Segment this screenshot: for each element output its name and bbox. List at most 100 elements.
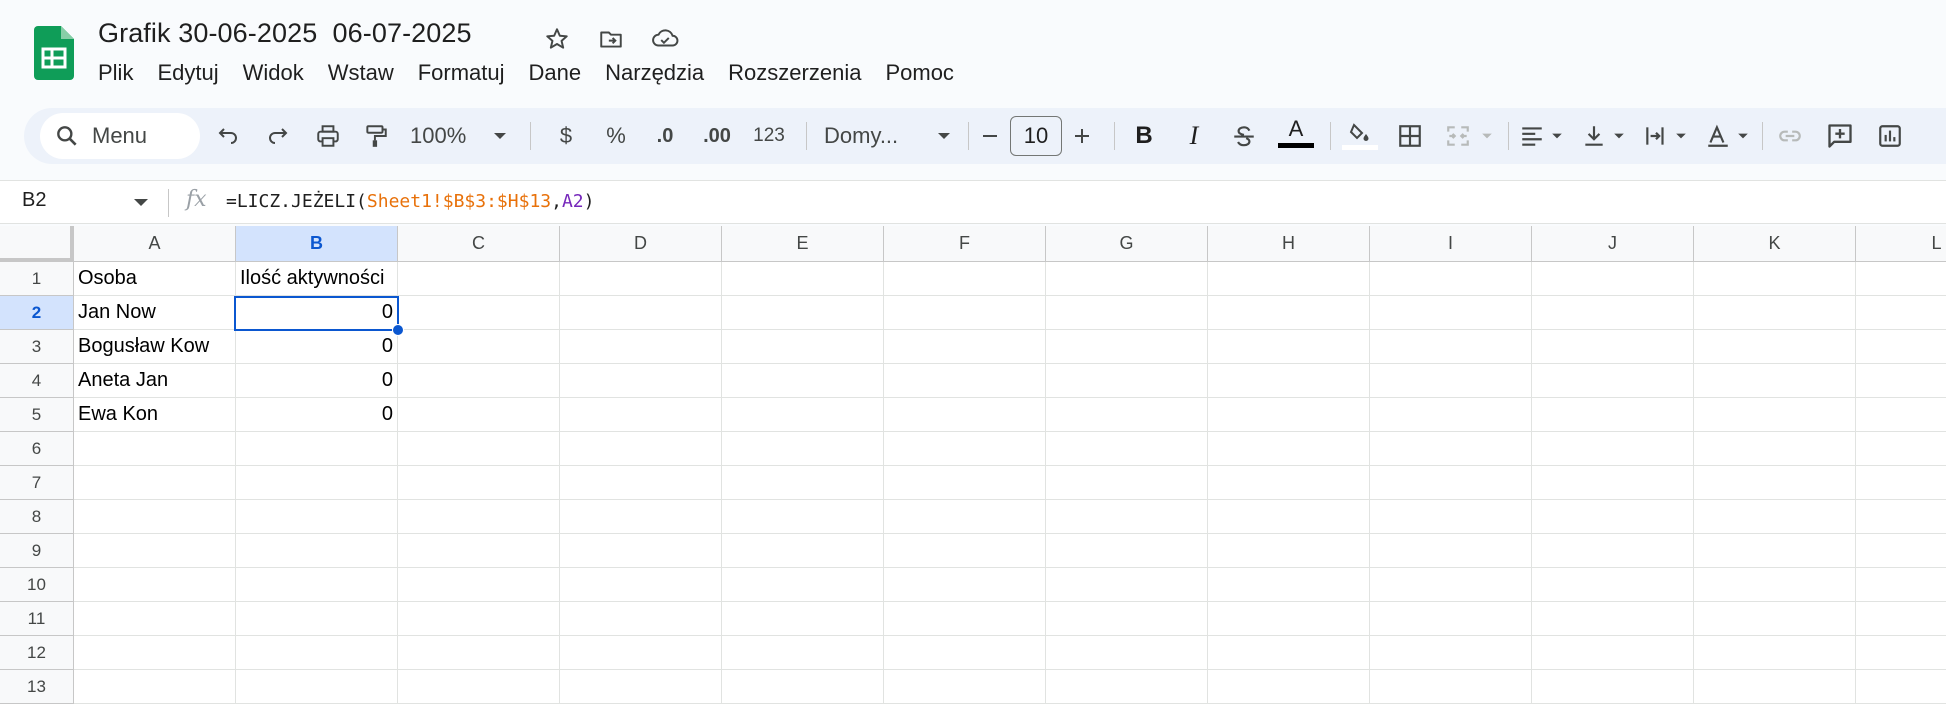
more-formats-button[interactable]: 123 [744, 116, 794, 156]
cell-l11[interactable] [1856, 602, 1946, 636]
cell-a8[interactable] [74, 500, 236, 534]
cell-b6[interactable] [236, 432, 398, 466]
menu-edit[interactable]: Edytuj [145, 56, 230, 90]
column-header-g[interactable]: G [1046, 226, 1208, 262]
cell-e10[interactable] [722, 568, 884, 602]
cell-l2[interactable] [1856, 296, 1946, 330]
cell-a7[interactable] [74, 466, 236, 500]
vertical-align-dropdown-icon[interactable] [1610, 116, 1628, 156]
row-header-7[interactable]: 7 [0, 466, 74, 500]
cell-g10[interactable] [1046, 568, 1208, 602]
cell-h7[interactable] [1208, 466, 1370, 500]
percent-format-button[interactable]: % [598, 116, 634, 156]
cell-c3[interactable] [398, 330, 560, 364]
cell-l10[interactable] [1856, 568, 1946, 602]
menu-insert[interactable]: Wstaw [316, 56, 406, 90]
cell-k4[interactable] [1694, 364, 1856, 398]
cell-d1[interactable] [560, 262, 722, 296]
cell-f13[interactable] [884, 670, 1046, 704]
cell-a6[interactable] [74, 432, 236, 466]
cell-l12[interactable] [1856, 636, 1946, 670]
cell-h13[interactable] [1208, 670, 1370, 704]
cell-j9[interactable] [1532, 534, 1694, 568]
cell-a10[interactable] [74, 568, 236, 602]
cell-d11[interactable] [560, 602, 722, 636]
cell-i7[interactable] [1370, 466, 1532, 500]
cell-j4[interactable] [1532, 364, 1694, 398]
cell-j2[interactable] [1532, 296, 1694, 330]
column-header-f[interactable]: F [884, 226, 1046, 262]
bold-icon[interactable]: B [1124, 116, 1164, 156]
cell-h2[interactable] [1208, 296, 1370, 330]
menu-file[interactable]: Plik [86, 56, 145, 90]
menu-data[interactable]: Dane [517, 56, 594, 90]
zoom-select[interactable]: 100% [410, 116, 480, 156]
row-header-9[interactable]: 9 [0, 534, 74, 568]
cell-h3[interactable] [1208, 330, 1370, 364]
cell-j1[interactable] [1532, 262, 1694, 296]
cell-c13[interactable] [398, 670, 560, 704]
font-select[interactable]: Domy... [816, 116, 936, 156]
cell-c1[interactable] [398, 262, 560, 296]
decrease-font-size-icon[interactable] [974, 116, 1006, 156]
insert-link-icon[interactable] [1770, 116, 1810, 156]
cell-f2[interactable] [884, 296, 1046, 330]
cell-a5[interactable]: Ewa Kon [74, 398, 236, 432]
cell-a2[interactable]: Jan Now [74, 296, 236, 330]
cell-c5[interactable] [398, 398, 560, 432]
cell-d8[interactable] [560, 500, 722, 534]
cell-d5[interactable] [560, 398, 722, 432]
move-to-folder-icon[interactable] [594, 22, 628, 56]
cell-k11[interactable] [1694, 602, 1856, 636]
cell-a9[interactable] [74, 534, 236, 568]
document-title[interactable]: Grafik 30-06-2025 06-07-2025 [98, 18, 472, 49]
row-header-13[interactable]: 13 [0, 670, 74, 704]
cell-e1[interactable] [722, 262, 884, 296]
star-icon[interactable] [540, 22, 574, 56]
menu-format[interactable]: Formatuj [406, 56, 517, 90]
cell-k5[interactable] [1694, 398, 1856, 432]
cell-i4[interactable] [1370, 364, 1532, 398]
cell-g1[interactable] [1046, 262, 1208, 296]
cell-e8[interactable] [722, 500, 884, 534]
cell-k12[interactable] [1694, 636, 1856, 670]
cell-j7[interactable] [1532, 466, 1694, 500]
cell-e4[interactable] [722, 364, 884, 398]
cell-l1[interactable] [1856, 262, 1946, 296]
cell-b1[interactable]: Ilość aktywności [236, 262, 398, 296]
cell-l13[interactable] [1856, 670, 1946, 704]
menu-view[interactable]: Widok [231, 56, 316, 90]
column-header-c[interactable]: C [398, 226, 560, 262]
cell-g8[interactable] [1046, 500, 1208, 534]
cell-h4[interactable] [1208, 364, 1370, 398]
cloud-saved-icon[interactable] [648, 22, 682, 56]
cell-d6[interactable] [560, 432, 722, 466]
cell-j8[interactable] [1532, 500, 1694, 534]
cell-e9[interactable] [722, 534, 884, 568]
strikethrough-icon[interactable] [1224, 116, 1264, 156]
cell-b12[interactable] [236, 636, 398, 670]
cell-f11[interactable] [884, 602, 1046, 636]
cell-g12[interactable] [1046, 636, 1208, 670]
cell-e3[interactable] [722, 330, 884, 364]
insert-comment-icon[interactable] [1820, 116, 1860, 156]
row-header-8[interactable]: 8 [0, 500, 74, 534]
cell-j6[interactable] [1532, 432, 1694, 466]
cell-g5[interactable] [1046, 398, 1208, 432]
cell-c12[interactable] [398, 636, 560, 670]
cell-h6[interactable] [1208, 432, 1370, 466]
cell-k7[interactable] [1694, 466, 1856, 500]
font-size-input[interactable]: 10 [1010, 116, 1062, 156]
increase-decimals-button[interactable]: .00 [694, 116, 740, 156]
cell-h12[interactable] [1208, 636, 1370, 670]
cell-k6[interactable] [1694, 432, 1856, 466]
cell-k8[interactable] [1694, 500, 1856, 534]
cell-e6[interactable] [722, 432, 884, 466]
text-color-icon[interactable]: A [1274, 116, 1318, 156]
vertical-align-icon[interactable] [1576, 116, 1612, 156]
row-header-10[interactable]: 10 [0, 568, 74, 602]
cell-e12[interactable] [722, 636, 884, 670]
cell-k13[interactable] [1694, 670, 1856, 704]
column-header-a[interactable]: A [74, 226, 236, 262]
cell-i11[interactable] [1370, 602, 1532, 636]
